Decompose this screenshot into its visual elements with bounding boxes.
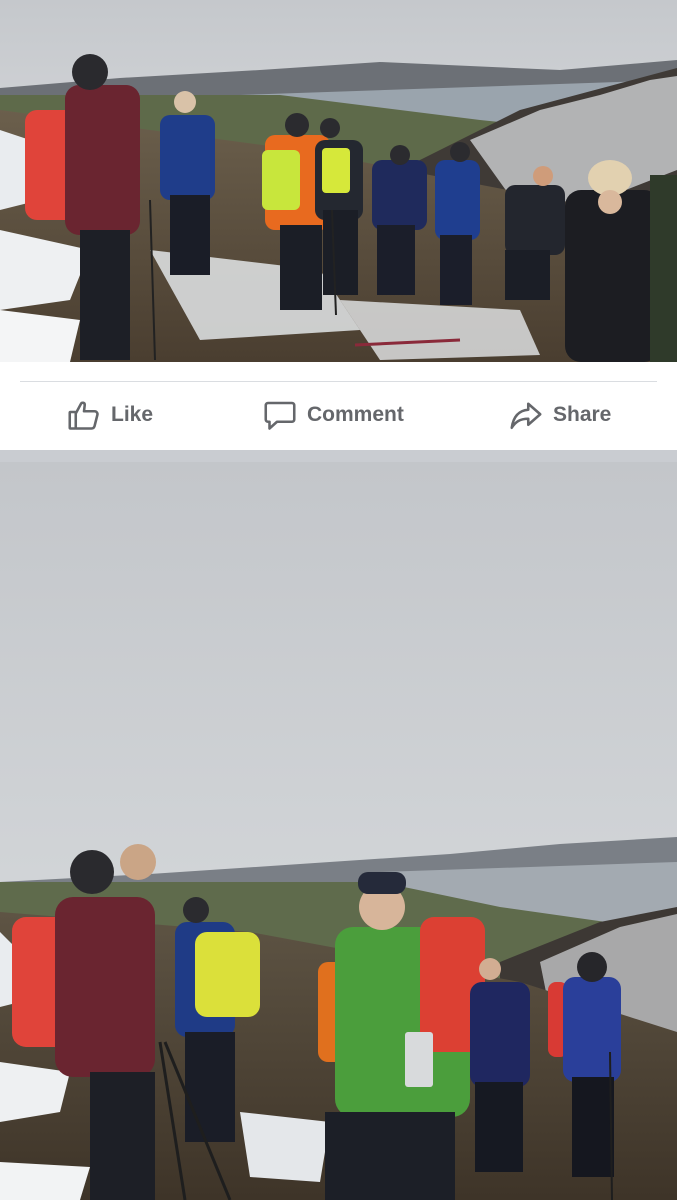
like-button[interactable]: Like	[66, 396, 153, 434]
thumbs-up-icon	[66, 397, 102, 433]
comment-label: Comment	[307, 403, 404, 426]
comment-button[interactable]: Comment	[262, 396, 404, 434]
post-photo-bottom[interactable]	[0, 462, 677, 1200]
action-bar-divider	[20, 381, 657, 382]
hikers-photo-top	[0, 0, 677, 362]
post-action-bar: Like Comment Share	[0, 362, 677, 450]
post-photo-top[interactable]	[0, 0, 677, 362]
share-arrow-icon	[508, 397, 544, 433]
speech-bubble-icon	[262, 397, 298, 433]
hikers-photo-bottom	[0, 462, 677, 1200]
like-label: Like	[111, 403, 154, 426]
share-button[interactable]: Share	[508, 396, 611, 434]
feed-separator	[0, 450, 677, 462]
share-label: Share	[553, 403, 612, 426]
